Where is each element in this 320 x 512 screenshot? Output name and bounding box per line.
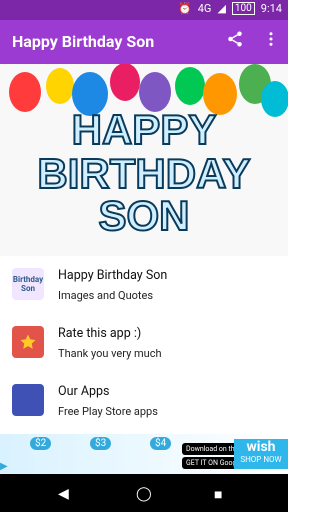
list-item-title: Happy Birthday Son xyxy=(58,268,168,283)
app-thumbnail-icon: Birthday Son xyxy=(12,268,44,300)
store-badge-1[interactable]: Download on the App Store xyxy=(182,443,238,455)
network-label: 4G xyxy=(197,2,212,15)
list-item-our-apps[interactable]: Our Apps Free Play Store apps xyxy=(0,372,288,430)
list-item-subtitle: Free Play Store apps xyxy=(58,405,158,418)
alarm-icon: ⏰ xyxy=(178,2,192,15)
recents-icon[interactable]: ■ xyxy=(214,486,222,503)
app-title: Happy Birthday Son xyxy=(12,32,155,51)
list-item-title: Our Apps xyxy=(58,384,110,399)
star-icon xyxy=(12,326,44,358)
status-bar: ⏰ 4G ◢ 100 9:14 xyxy=(0,0,288,20)
ad-price-2: $3 xyxy=(90,437,112,450)
list-item-happy-birthday-son[interactable]: Birthday Son Happy Birthday Son Images a… xyxy=(0,256,288,314)
ad-price-1: $2 xyxy=(30,437,52,450)
ad-brand-wish[interactable]: wish SHOP NOW xyxy=(234,439,288,469)
list-item-title: Rate this app :) xyxy=(58,326,142,341)
hero-line-1: HAPPY xyxy=(72,106,217,153)
home-icon[interactable]: ◯ xyxy=(136,486,152,502)
list-item-subtitle: Thank you very much xyxy=(58,347,162,360)
ad-banner[interactable]: $2 $3 $4 Download on the App Store GET I… xyxy=(0,434,288,474)
share-icon[interactable] xyxy=(226,30,244,52)
ad-choices-icon[interactable]: ▶ xyxy=(0,461,12,473)
system-navigation-bar: ◀ ◯ ■ xyxy=(0,474,288,512)
apps-square-icon xyxy=(12,384,44,416)
battery-label: 100 xyxy=(231,2,255,15)
hero-line-3: SON xyxy=(98,192,189,239)
back-icon[interactable]: ◀ xyxy=(58,486,69,502)
hero-text: HAPPY BIRTHDAY SON xyxy=(36,105,251,240)
signal-icon: ◢ xyxy=(217,2,226,15)
overflow-menu-icon[interactable] xyxy=(262,30,280,52)
ad-price-3: $4 xyxy=(150,437,172,450)
hero-line-2: BIRTHDAY xyxy=(37,150,250,197)
list-item-rate-app[interactable]: Rate this app :) Thank you very much xyxy=(0,314,288,372)
list-item-subtitle: Images and Quotes xyxy=(58,289,154,302)
app-bar: Happy Birthday Son xyxy=(0,20,288,64)
store-badge-2[interactable]: GET IT ON Google Play xyxy=(182,457,238,469)
hero-banner: HAPPY BIRTHDAY SON xyxy=(0,64,288,256)
menu-list: Birthday Son Happy Birthday Son Images a… xyxy=(0,256,288,434)
time-label: 9:14 xyxy=(260,2,282,15)
